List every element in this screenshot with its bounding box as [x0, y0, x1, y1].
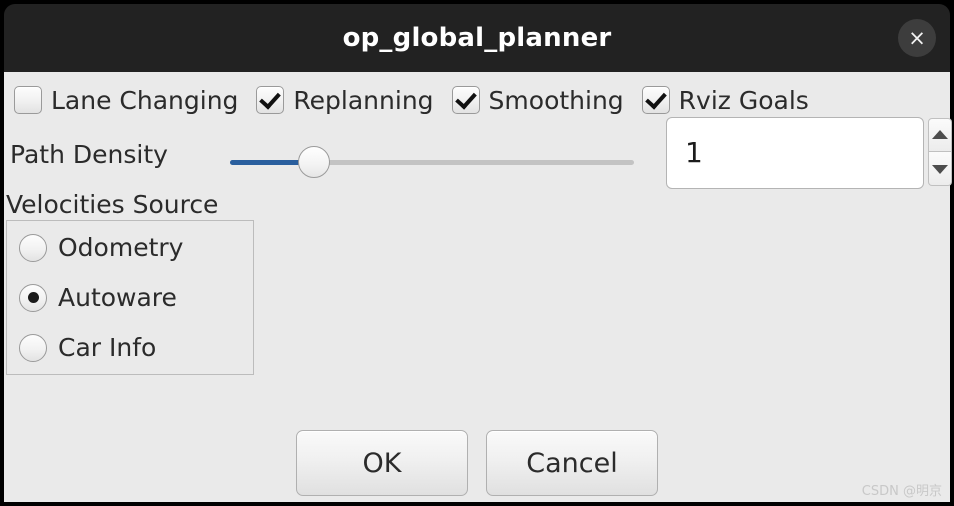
spinner-down-button[interactable] — [928, 152, 952, 186]
cancel-button[interactable]: Cancel — [486, 430, 658, 496]
checkbox-replanning[interactable]: Replanning — [256, 85, 434, 115]
dialog-button-row: OK Cancel — [4, 430, 950, 496]
radio-odometry-label: Odometry — [58, 233, 184, 262]
dialog-window: op_global_planner × Lane Changing Replan… — [0, 0, 954, 506]
radio-unselected-icon[interactable] — [19, 333, 47, 362]
spinner-up-button[interactable] — [928, 118, 952, 152]
triangle-up-icon — [932, 130, 948, 140]
radio-car-info-label: Car Info — [58, 333, 157, 362]
velocities-source-group: Odometry Autoware Car Info — [6, 220, 254, 375]
checkbox-checked-icon[interactable] — [451, 86, 480, 114]
triangle-down-icon — [932, 164, 948, 174]
slider-handle[interactable] — [298, 146, 330, 178]
radio-car-info[interactable]: Car Info — [19, 333, 156, 362]
radio-odometry[interactable]: Odometry — [19, 233, 183, 262]
path-density-spinbox[interactable]: 1 — [666, 117, 924, 189]
dialog-content: Lane Changing Replanning Smoothing Rviz … — [4, 72, 952, 502]
checkbox-lane-changing-label: Lane Changing — [51, 85, 239, 115]
checkbox-row: Lane Changing Replanning Smoothing Rviz … — [4, 78, 950, 122]
velocities-source-title: Velocities Source — [4, 190, 222, 219]
spinbox-stepper — [928, 118, 952, 188]
checkbox-lane-changing[interactable]: Lane Changing — [14, 86, 238, 115]
window-title: op_global_planner — [342, 23, 612, 53]
radio-unselected-icon[interactable] — [19, 233, 47, 262]
watermark: CSDN @明京 — [861, 484, 942, 499]
checkbox-replanning-label: Replanning — [293, 85, 434, 115]
checkbox-checked-icon[interactable] — [641, 86, 670, 114]
ok-button[interactable]: OK — [296, 430, 468, 496]
checkbox-rviz-goals-label: Rviz Goals — [678, 85, 809, 115]
checkbox-rviz-goals[interactable]: Rviz Goals — [641, 85, 809, 115]
checkbox-unchecked-icon[interactable] — [14, 86, 42, 114]
radio-autoware[interactable]: Autoware — [19, 283, 177, 312]
radio-selected-icon[interactable] — [19, 283, 47, 312]
radio-autoware-label: Autoware — [58, 283, 177, 312]
path-density-value[interactable]: 1 — [685, 118, 703, 188]
checkbox-smoothing-label: Smoothing — [488, 85, 624, 115]
path-density-label: Path Density — [10, 140, 168, 169]
checkbox-smoothing[interactable]: Smoothing — [451, 85, 624, 115]
title-bar: op_global_planner × — [4, 4, 950, 72]
close-icon[interactable]: × — [898, 19, 936, 57]
path-density-slider[interactable] — [230, 146, 634, 178]
checkbox-checked-icon[interactable] — [256, 86, 285, 114]
